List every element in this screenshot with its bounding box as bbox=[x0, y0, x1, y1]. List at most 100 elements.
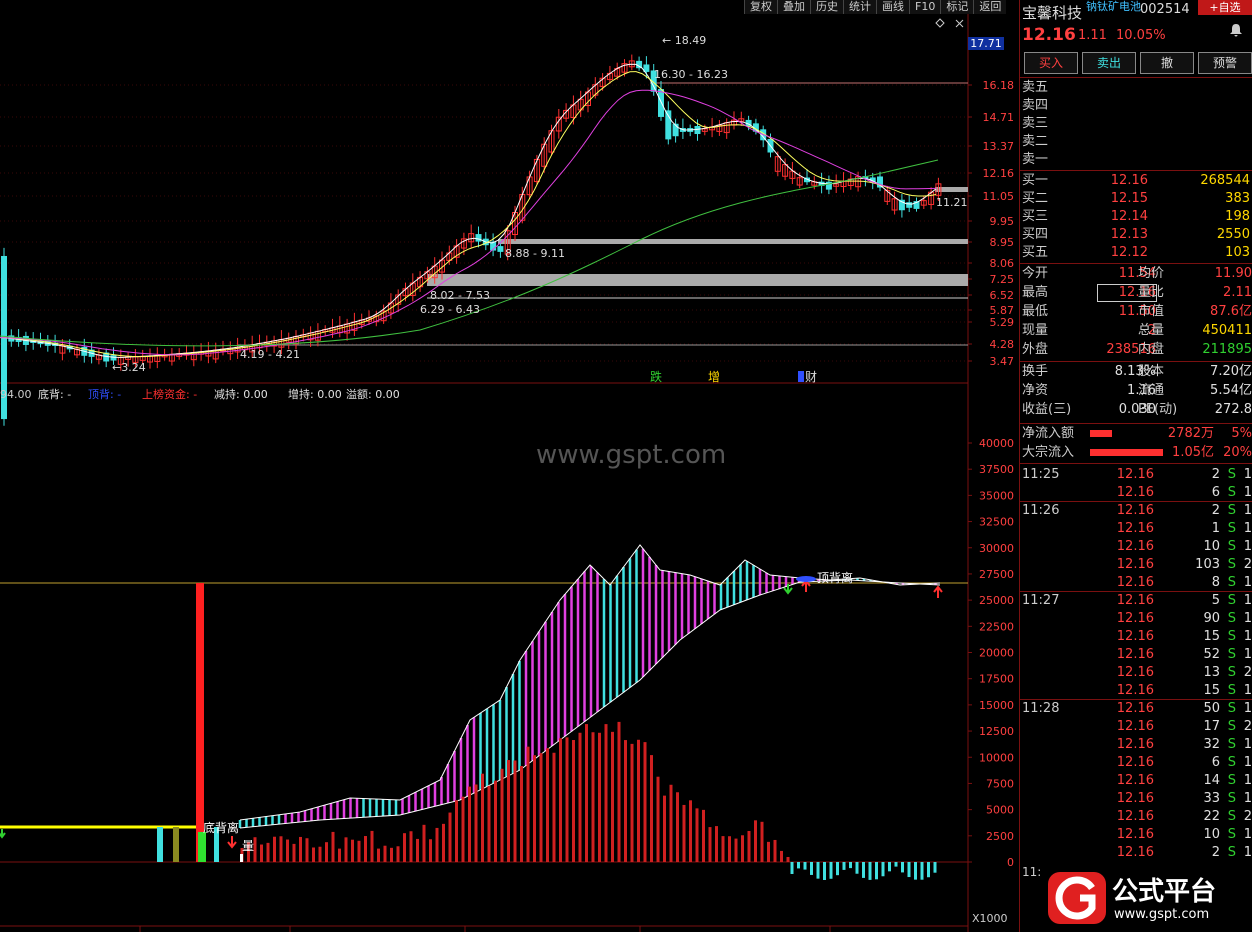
high-label: ← 18.49 bbox=[662, 34, 706, 47]
volume-bar bbox=[741, 835, 744, 862]
volume-bar bbox=[624, 740, 627, 862]
trade-row[interactable]: 12.16 10 S 1 bbox=[1020, 826, 1252, 844]
stat-value: 2.11 bbox=[1223, 285, 1252, 300]
price-axis-label: 9.95 bbox=[990, 215, 1015, 228]
toolbar-3[interactable]: 统计 bbox=[843, 0, 876, 14]
volume-axis-label: 25000 bbox=[979, 594, 1014, 607]
negative-bar bbox=[920, 862, 924, 880]
bell-icon[interactable] bbox=[1228, 22, 1244, 38]
volume-bar bbox=[383, 845, 387, 862]
quote-panel: 宝馨科技 钠钛矿电池 002514 +自选 12.16 1.11 10.05% … bbox=[1019, 0, 1252, 932]
buy-button[interactable]: 买入 bbox=[1024, 52, 1078, 74]
cancel-order-button[interactable]: 撤 bbox=[1140, 52, 1194, 74]
toolbar-6[interactable]: 标记 bbox=[940, 0, 974, 14]
volume-axis-label: 2500 bbox=[986, 830, 1014, 843]
trade-row[interactable]: 12.16 32 S 1 bbox=[1020, 736, 1252, 754]
trade-row[interactable]: 12.16 1 S 1 bbox=[1020, 520, 1252, 538]
stat-value: 5.54亿 bbox=[1210, 383, 1252, 398]
trade-row[interactable]: 12.16 10 S 1 bbox=[1020, 538, 1252, 556]
trade-row[interactable]: 12.16 15 S 1 bbox=[1020, 682, 1252, 700]
candle-body bbox=[475, 234, 482, 242]
stock-concept[interactable]: 钠钛矿电池 bbox=[1086, 0, 1141, 14]
add-favorite-button[interactable]: +自选 bbox=[1198, 0, 1252, 15]
volume-bar bbox=[481, 773, 484, 862]
negative-bar bbox=[868, 862, 872, 880]
volume-bar bbox=[416, 838, 419, 862]
indicator-prefix: 94.00 bbox=[0, 388, 32, 401]
up-arrow-icon bbox=[933, 585, 943, 598]
trade-row[interactable]: 12.16 15 S 1 bbox=[1020, 628, 1252, 646]
volume-bar bbox=[702, 809, 705, 862]
trade-row[interactable]: 12.16 103 S 2 bbox=[1020, 556, 1252, 574]
trade-row[interactable]: 12.16 6 S 1 bbox=[1020, 484, 1252, 502]
toolbar-0[interactable]: 复权 bbox=[744, 0, 777, 14]
trade-row[interactable]: 12.16 22 S 2 bbox=[1020, 808, 1252, 826]
bid-price: 12.14 bbox=[1110, 209, 1148, 224]
volume-bar bbox=[643, 742, 647, 862]
volume-bar bbox=[520, 766, 523, 862]
trade-row[interactable]: 12.16 8 S 1 bbox=[1020, 574, 1252, 592]
volume-bar bbox=[559, 738, 562, 862]
volume-bar bbox=[396, 846, 400, 862]
trade-row[interactable]: 12.16 33 S 1 bbox=[1020, 790, 1252, 808]
trade-side: S bbox=[1227, 539, 1236, 554]
volume-bar bbox=[598, 732, 601, 862]
volume-bar bbox=[552, 752, 556, 862]
volume-bar bbox=[357, 840, 361, 862]
volume-axis-label: 7500 bbox=[986, 777, 1014, 790]
bid-volume: 2550 bbox=[1216, 227, 1250, 242]
sell-button[interactable]: 卖出 bbox=[1082, 52, 1136, 74]
volume-bar bbox=[429, 839, 432, 862]
toolbar-2[interactable]: 历史 bbox=[810, 0, 843, 14]
trade-row[interactable]: 11:28 12.16 50 S 1 bbox=[1020, 700, 1252, 718]
toolbar-1[interactable]: 叠加 bbox=[777, 0, 810, 14]
toolbar-4[interactable]: 画线 bbox=[876, 0, 909, 14]
ask-label: 卖五 bbox=[1022, 80, 1049, 95]
toolbar-7[interactable]: 返回 bbox=[973, 0, 1007, 14]
stat-row: 最低 11.50 市值 87.6亿 bbox=[1020, 303, 1252, 321]
trade-price: 12.16 bbox=[1116, 845, 1154, 860]
volume-bar bbox=[578, 732, 582, 862]
indicator-bar bbox=[198, 832, 206, 862]
trade-row[interactable]: 12.16 14 S 1 bbox=[1020, 772, 1252, 790]
trade-row[interactable]: 12.16 52 S 1 bbox=[1020, 646, 1252, 664]
trade-row[interactable]: 12.16 17 S 2 bbox=[1020, 718, 1252, 736]
trade-row[interactable]: 11:27 12.16 5 S 1 bbox=[1020, 592, 1252, 610]
negative-bar bbox=[823, 862, 826, 880]
zone-label: 4.19 - 4.21 bbox=[240, 348, 300, 361]
ask-label: 卖三 bbox=[1022, 116, 1049, 131]
volume-bar bbox=[539, 753, 543, 862]
stat-label: 均价 bbox=[1138, 266, 1165, 281]
bid-price: 12.13 bbox=[1110, 227, 1148, 242]
toolbar-5[interactable]: F10 bbox=[909, 0, 941, 14]
volume-bar bbox=[754, 820, 757, 862]
trade-side: S bbox=[1227, 629, 1236, 644]
chart-canvas[interactable]: 16.18 14.71 13.37 12.16 11.05 9.95 8.95 8.06 7.2… bbox=[0, 0, 1018, 932]
volume-bar bbox=[604, 724, 608, 862]
volume-bar bbox=[474, 784, 478, 862]
stat-value: 87.6亿 bbox=[1210, 304, 1252, 319]
trade-row[interactable]: 12.16 90 S 1 bbox=[1020, 610, 1252, 628]
trade-price: 12.16 bbox=[1116, 593, 1154, 608]
divider bbox=[1020, 463, 1252, 464]
trade-side: S bbox=[1227, 737, 1236, 752]
trade-row[interactable]: 11:26 12.16 2 S 1 bbox=[1020, 502, 1252, 520]
negative-bar bbox=[829, 862, 833, 879]
candle-body bbox=[110, 355, 117, 361]
trade-row[interactable]: 12.16 2 S 1 bbox=[1020, 844, 1252, 862]
chart-toolbar: 复权 叠加 历史 统计 画线 F10 标记 返回 bbox=[744, 0, 1007, 14]
bid-volume: 103 bbox=[1225, 245, 1250, 260]
trade-price: 12.16 bbox=[1116, 503, 1154, 518]
trade-side: S bbox=[1227, 485, 1236, 500]
alert-button[interactable]: 预警 bbox=[1198, 52, 1252, 74]
trade-row[interactable]: 12.16 6 S 1 bbox=[1020, 754, 1252, 772]
negative-bar bbox=[855, 862, 859, 874]
logo-name: 公式平台 bbox=[1112, 876, 1216, 907]
volume-axis-label: 37500 bbox=[979, 463, 1014, 476]
trade-row[interactable]: 12.16 13 S 2 bbox=[1020, 664, 1252, 682]
trade-count: 2 bbox=[1243, 665, 1252, 680]
volume-label: 量 bbox=[242, 839, 254, 853]
trade-price: 12.16 bbox=[1116, 665, 1154, 680]
kline-chart-area[interactable]: 16.18 14.71 13.37 12.16 11.05 9.95 8.95 8.06 7.2… bbox=[0, 0, 1018, 932]
trade-row[interactable]: 11:25 12.16 2 S 1 bbox=[1020, 466, 1252, 484]
